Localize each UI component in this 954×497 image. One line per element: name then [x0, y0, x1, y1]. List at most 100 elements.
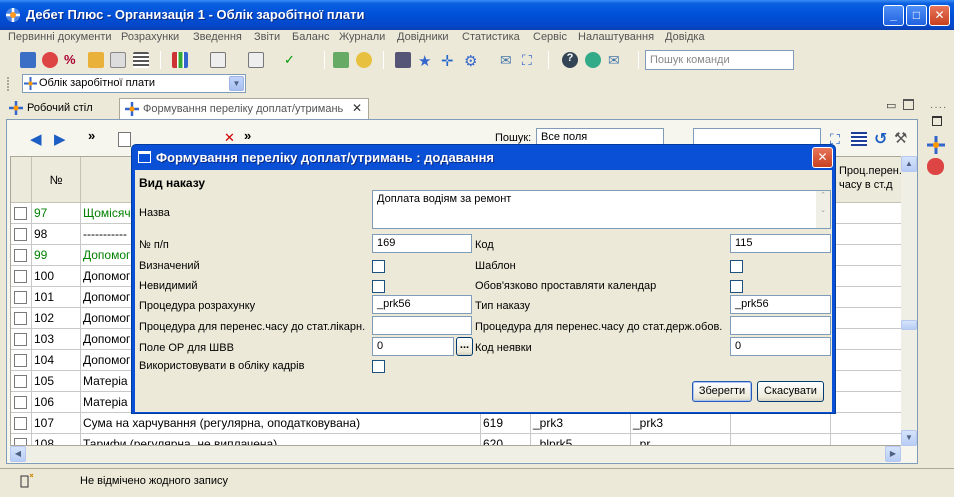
cross-icon[interactable]: ✛ — [441, 52, 457, 70]
row-checkbox[interactable] — [14, 312, 27, 325]
save-button[interactable]: Зберегти — [692, 381, 752, 402]
row-checkbox[interactable] — [14, 207, 27, 220]
dialog-close-button[interactable]: ✕ — [812, 147, 833, 168]
menu-statistics[interactable]: Статистика — [462, 31, 520, 43]
menu-reports[interactable]: Звіти — [254, 31, 280, 43]
row-checkbox[interactable] — [14, 333, 27, 346]
mail-icon[interactable]: ✉ — [500, 52, 516, 68]
users-icon[interactable] — [333, 52, 349, 68]
panel-minimize-icon[interactable]: ▭ — [886, 99, 896, 112]
dock-people-icon[interactable] — [927, 158, 944, 175]
panel-maximize-icon[interactable] — [903, 99, 914, 110]
dock-window-icon[interactable] — [932, 116, 942, 126]
tab-allowances-form[interactable]: Формування переліку доплат/утримань ✕ — [119, 98, 369, 119]
menu-calculations[interactable]: Розрахунки — [121, 31, 179, 43]
columns-icon[interactable] — [851, 132, 867, 146]
scroll-left-icon[interactable]: ◀ — [10, 446, 26, 462]
tools-icon[interactable]: ⚒ — [894, 129, 907, 147]
menu-directories[interactable]: Довідники — [397, 31, 449, 43]
menu-primary-docs[interactable]: Первинні документи — [8, 31, 112, 43]
overflow-chevron-icon[interactable]: » — [88, 128, 95, 143]
absence-field[interactable]: 0 — [730, 337, 831, 356]
menu-help[interactable]: Довідка — [665, 31, 705, 43]
maximize-button[interactable]: □ — [906, 5, 927, 26]
dock-app-icon[interactable] — [927, 136, 945, 154]
calculator-icon[interactable] — [88, 52, 104, 68]
menu-settings[interactable]: Налаштування — [578, 31, 654, 43]
row-checkbox[interactable] — [14, 249, 27, 262]
scroll-right-icon[interactable]: ▶ — [885, 446, 901, 462]
help-icon[interactable]: ? — [562, 52, 578, 68]
invisible-checkbox[interactable] — [372, 280, 385, 293]
binoculars-icon[interactable]: ⛶ — [522, 52, 538, 68]
scroll-up-icon[interactable]: ▲ — [901, 156, 917, 172]
row-checkbox[interactable] — [14, 396, 27, 409]
column-header-number[interactable]: № — [32, 157, 81, 203]
name-textarea[interactable]: Доплата водіям за ремонт ⌃ ⌄ — [372, 190, 831, 229]
vertical-scrollbar[interactable]: ▲ ▼ — [901, 156, 917, 446]
database-icon[interactable] — [20, 52, 36, 68]
or-field-input[interactable]: 0 — [372, 337, 454, 356]
row-select-cell[interactable] — [11, 266, 32, 287]
column-header-time-percent[interactable]: Проц.перен. часу в ст.д — [831, 157, 901, 203]
row-checkbox[interactable] — [14, 354, 27, 367]
row-select-cell[interactable] — [11, 413, 32, 434]
people-icon[interactable] — [42, 52, 58, 68]
row-checkbox[interactable] — [14, 228, 27, 241]
scroll-thumb[interactable] — [901, 320, 917, 330]
check-icon[interactable]: ✓ — [284, 52, 300, 68]
percent-icon[interactable]: % — [64, 52, 80, 68]
row-checkbox[interactable] — [14, 375, 27, 388]
row-select-cell[interactable] — [11, 287, 32, 308]
proc-state-field[interactable] — [730, 316, 831, 335]
or-field-browse-button[interactable]: ... — [456, 337, 473, 356]
proc-sick-field[interactable] — [372, 316, 472, 335]
command-search-input[interactable]: Пошук команди — [645, 50, 794, 70]
table-row[interactable]: 108 Тарифи (регулярна, не виплачена) 620 _b… — [11, 434, 901, 445]
close-button[interactable]: ✕ — [929, 5, 950, 26]
gear-icon[interactable]: ⚙ — [464, 52, 480, 70]
envelope-icon[interactable]: ✉ — [608, 52, 624, 68]
menu-service[interactable]: Сервіс — [533, 31, 567, 43]
code-field[interactable]: 115 — [730, 234, 831, 253]
globe-icon[interactable] — [585, 52, 601, 68]
row-select-cell[interactable] — [11, 308, 32, 329]
row-select-cell[interactable] — [11, 371, 32, 392]
calc2-icon[interactable] — [395, 52, 411, 68]
back-arrow-icon[interactable]: ◀ — [30, 130, 42, 148]
edit-doc-icon[interactable] — [110, 52, 126, 68]
row-checkbox[interactable] — [14, 270, 27, 283]
new-doc-icon[interactable] — [118, 132, 131, 147]
row-select-cell[interactable] — [11, 245, 32, 266]
row-select-cell[interactable] — [11, 329, 32, 350]
num-field[interactable]: 169 — [372, 234, 472, 253]
menu-journals[interactable]: Журнали — [339, 31, 385, 43]
chevron-down-icon[interactable]: ▼ — [229, 76, 244, 91]
cancel-button[interactable]: Скасувати — [757, 381, 824, 402]
table-icon[interactable] — [248, 52, 264, 68]
calc-proc-field[interactable]: _prk56 — [372, 295, 472, 314]
order-type-field[interactable]: _prk56 — [730, 295, 831, 314]
menu-balance[interactable]: Баланс — [292, 31, 329, 43]
row-checkbox[interactable] — [14, 438, 27, 445]
row-select-cell[interactable] — [11, 350, 32, 371]
template-checkbox[interactable] — [730, 260, 743, 273]
menu-summaries[interactable]: Зведення — [193, 31, 242, 43]
form-icon[interactable] — [210, 52, 226, 68]
tab-close-icon[interactable]: ✕ — [352, 101, 362, 115]
row-select-cell[interactable] — [11, 392, 32, 413]
tab-desktop[interactable]: Робочий стіл — [6, 98, 118, 119]
row-select-cell[interactable] — [11, 224, 32, 245]
scroll-down-icon[interactable]: ▼ — [901, 430, 917, 446]
textarea-scrollbar[interactable]: ⌃ ⌄ — [816, 191, 830, 228]
horizontal-scrollbar[interactable]: ◀ ▶ — [10, 446, 901, 462]
overflow-chevron-2-icon[interactable]: » — [244, 128, 251, 143]
minimize-button[interactable]: _ — [883, 5, 904, 26]
row-checkbox[interactable] — [14, 291, 27, 304]
list-icon[interactable] — [133, 52, 149, 68]
row-select-cell[interactable] — [11, 434, 32, 445]
forward-arrow-icon[interactable]: ▶ — [54, 130, 66, 148]
chart-icon[interactable] — [172, 52, 188, 68]
star-icon[interactable]: ★ — [418, 52, 434, 70]
calendar-checkbox[interactable] — [730, 280, 743, 293]
